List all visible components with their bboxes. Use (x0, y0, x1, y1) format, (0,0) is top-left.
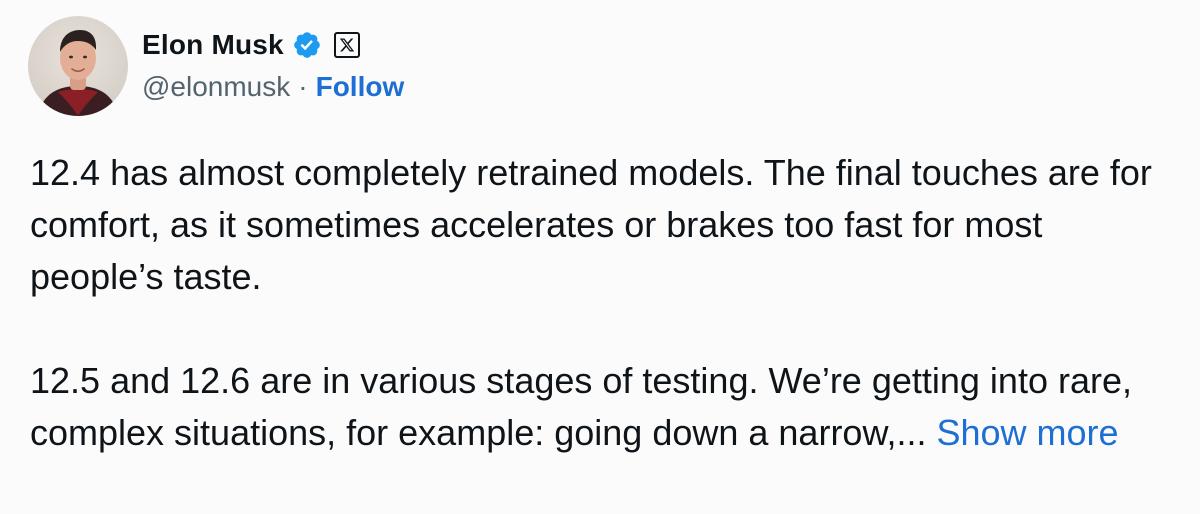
author-identity: Elon Musk @elonmusk · Follow (142, 29, 404, 103)
follow-button[interactable]: Follow (316, 71, 405, 103)
name-row: Elon Musk (142, 29, 404, 61)
tweet-paragraph-1: 12.4 has almost completely retrained mod… (30, 152, 1152, 297)
author-handle[interactable]: @elonmusk (142, 71, 290, 103)
avatar-portrait-image (38, 30, 118, 116)
author-display-name[interactable]: Elon Musk (142, 29, 284, 61)
show-more-link[interactable]: Show more (936, 412, 1118, 453)
tweet-paragraph-2: 12.5 and 12.6 are in various stages of t… (30, 355, 1180, 459)
tweet-header: Elon Musk @elonmusk · Follow (28, 16, 404, 116)
handle-row: @elonmusk · Follow (142, 71, 404, 103)
x-logo-icon[interactable] (333, 32, 360, 58)
avatar[interactable] (28, 16, 128, 116)
tweet-card: Elon Musk @elonmusk · Follow 12.4 has al… (0, 0, 1200, 514)
separator-dot: · (298, 71, 308, 102)
tweet-text: 12.4 has almost completely retrained mod… (30, 147, 1180, 459)
verified-check-icon (292, 30, 322, 60)
